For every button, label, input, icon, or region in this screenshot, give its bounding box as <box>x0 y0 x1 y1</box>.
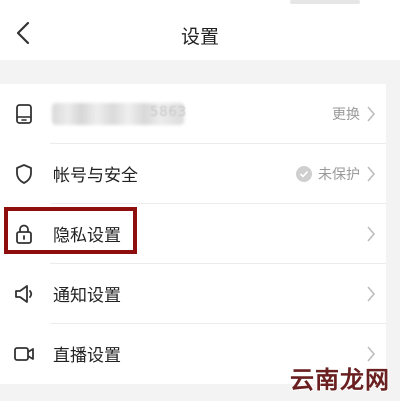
highlight-box <box>4 207 137 254</box>
video-camera-icon <box>14 347 34 361</box>
page-title: 设置 <box>180 26 219 48</box>
status-bar-indicators <box>290 0 360 4</box>
phone-icon <box>16 104 32 124</box>
chevron-right-icon <box>367 106 376 122</box>
settings-row-phone[interactable]: 5863 更换 <box>0 84 386 144</box>
change-label: 更换 <box>332 107 360 123</box>
notifications-chevron <box>366 282 376 306</box>
settings-row-notifications[interactable]: 通知设置 <box>0 264 386 324</box>
shield-icon <box>16 164 32 184</box>
settings-row-account-security[interactable]: 帐号与安全 未保护 <box>0 144 386 204</box>
security-status-label: 未保护 <box>318 167 360 183</box>
right-edge-background <box>386 60 400 401</box>
change-phone-action[interactable]: 更换 <box>332 102 376 126</box>
row-label: 帐号与安全 <box>53 166 138 186</box>
megaphone-icon <box>15 285 33 303</box>
row-label: 直播设置 <box>53 346 121 366</box>
top-bar: 设置 <box>0 6 400 60</box>
watermark: 云南龙网 <box>290 366 390 394</box>
chevron-right-icon <box>367 226 376 242</box>
masked-phone-suffix: 5863 <box>150 105 188 120</box>
privacy-chevron <box>366 222 376 246</box>
row-label: 通知设置 <box>53 286 121 306</box>
chevron-right-icon <box>367 286 376 302</box>
chevron-right-icon <box>367 166 376 182</box>
section-gap <box>0 60 400 84</box>
security-status: 未保护 <box>296 162 376 186</box>
check-circle-icon <box>296 166 312 182</box>
